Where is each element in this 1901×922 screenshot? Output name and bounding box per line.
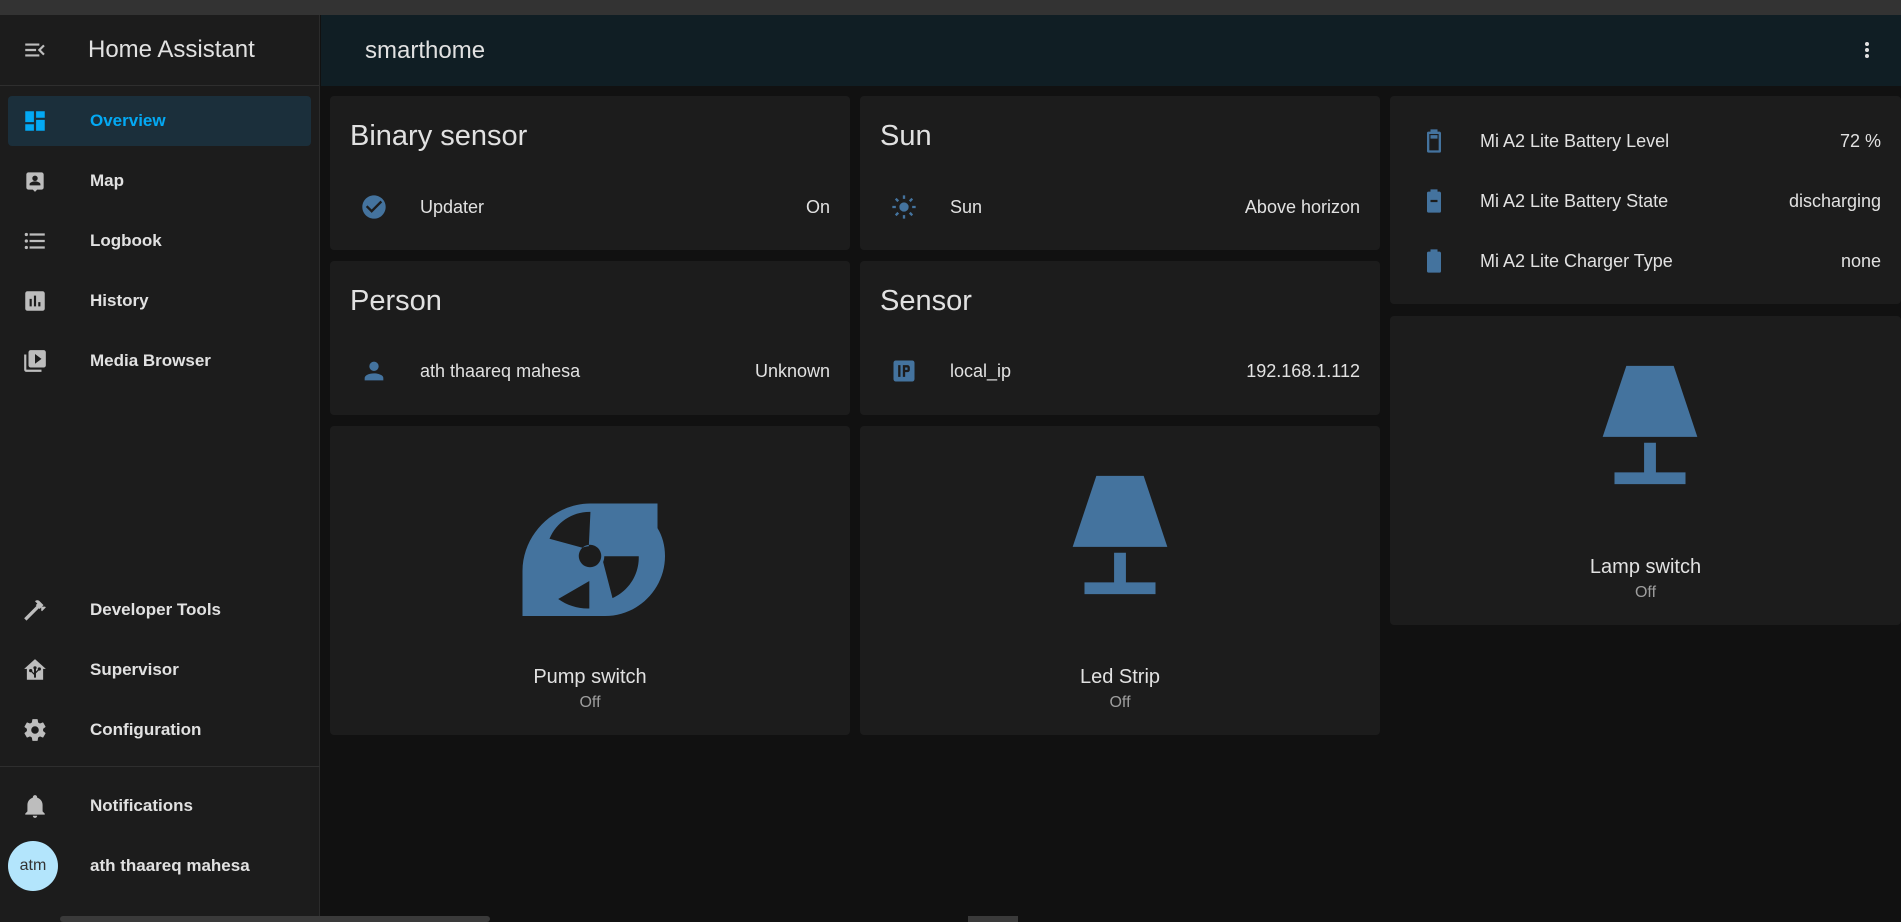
led-strip-button[interactable]: Led Strip Off — [860, 426, 1380, 735]
entity-row[interactable]: Mi A2 Lite Charger Type none — [1390, 241, 1901, 281]
sidebar-item-label: Logbook — [90, 231, 162, 250]
sidebar: Home Assistant Overview Map Logbook Hist… — [0, 15, 320, 922]
sidebar-item-logbook[interactable]: Logbook — [8, 216, 311, 266]
entity-state: discharging — [1788, 190, 1881, 211]
entity-row[interactable]: ath thaareq mahesa Unknown — [330, 351, 850, 391]
card-title: Binary sensor — [350, 120, 528, 152]
pump-icon — [522, 503, 665, 616]
sun-icon — [884, 187, 924, 227]
sidebar-item-label: Map — [90, 171, 124, 190]
battery-icon — [1414, 121, 1454, 161]
more-options-button[interactable] — [1855, 38, 1879, 62]
entities-card-binary-sensor: Binary sensor Updater On — [330, 96, 850, 250]
menu-toggle-button[interactable] — [0, 15, 70, 86]
sidebar-item-media-browser[interactable]: Media Browser — [8, 336, 311, 386]
entity-row[interactable]: Sun Above horizon — [860, 187, 1380, 227]
sidebar-scrollbar[interactable] — [60, 916, 490, 922]
entity-name: local_ip — [950, 360, 1012, 381]
entity-row[interactable]: Mi A2 Lite Battery Level 72 % — [1390, 121, 1901, 161]
lamp-icon — [1072, 475, 1168, 595]
entities-card-person: Person ath thaareq mahesa Unknown — [330, 261, 850, 415]
button-card-state: Off — [1634, 584, 1657, 601]
sidebar-tools: Developer Tools Supervisor Configuration — [0, 585, 320, 765]
sidebar-item-label: History — [90, 291, 149, 310]
top-app-bar: smarthome — [321, 15, 1901, 86]
sidebar-user-area: Notifications atm ath thaareq mahesa — [0, 781, 320, 901]
button-card-name: Led Strip — [1079, 666, 1161, 688]
button-card-state: Off — [1109, 694, 1131, 711]
view-dashboard-icon — [10, 96, 60, 146]
logbook-icon — [10, 216, 60, 266]
sidebar-item-map[interactable]: Map — [8, 156, 311, 206]
sidebar-item-overview[interactable]: Overview — [8, 96, 311, 146]
sidebar-item-label: Media Browser — [90, 351, 211, 370]
entity-state: none — [1840, 250, 1881, 271]
button-card-name: Pump switch — [533, 666, 647, 688]
sidebar-item-label: Configuration — [90, 720, 202, 739]
entity-name: Sun — [950, 196, 983, 217]
entity-row[interactable]: Updater On — [330, 187, 850, 227]
hammer-icon — [10, 585, 60, 635]
entity-row[interactable]: Mi A2 Lite Battery State discharging — [1390, 181, 1901, 221]
sidebar-item-label: Notifications — [90, 796, 193, 815]
menu-open-icon — [25, 43, 45, 57]
sidebar-nav: Overview Map Logbook History Media Brows… — [0, 86, 319, 386]
pump-switch-button[interactable]: Pump switch Off — [330, 426, 850, 735]
sidebar-item-profile[interactable]: atm ath thaareq mahesa — [8, 841, 312, 891]
play-box-multiple-icon — [10, 336, 60, 386]
sidebar-item-notifications[interactable]: Notifications — [8, 781, 312, 831]
entity-name: Mi A2 Lite Battery Level — [1480, 130, 1670, 151]
sidebar-item-history[interactable]: History — [8, 276, 311, 326]
card-title: Sensor — [880, 285, 972, 317]
chart-box-icon — [10, 276, 60, 326]
account-icon — [354, 351, 394, 391]
button-card-name: Lamp switch — [1589, 556, 1702, 578]
browser-strip — [0, 0, 1901, 15]
cog-icon — [10, 705, 60, 755]
entity-state: 192.168.1.112 — [1246, 360, 1360, 381]
ip-icon — [884, 351, 924, 391]
home-assistant-icon — [10, 645, 60, 695]
entity-state: 72 % — [1839, 130, 1881, 151]
entity-state: Above horizon — [1244, 196, 1360, 217]
app-title: Home Assistant — [88, 36, 255, 63]
dots-vertical-icon — [1865, 42, 1869, 58]
sidebar-item-supervisor[interactable]: Supervisor — [8, 645, 312, 695]
entities-card-sun: Sun Sun Above horizon — [860, 96, 1380, 250]
sidebar-item-label: Developer Tools — [90, 600, 221, 619]
map-account-icon — [10, 156, 60, 206]
entities-card-sensor: Sensor local_ip 192.168.1.112 — [860, 261, 1380, 415]
avatar: atm — [8, 841, 58, 891]
check-circle-icon — [354, 187, 394, 227]
sidebar-header: Home Assistant — [0, 15, 319, 86]
entity-name: ath thaareq mahesa — [420, 360, 581, 381]
button-card-state: Off — [579, 694, 601, 711]
entity-state: On — [805, 196, 830, 217]
user-name: ath thaareq mahesa — [90, 856, 250, 875]
card-title: Sun — [880, 120, 932, 152]
sidebar-item-developer-tools[interactable]: Developer Tools — [8, 585, 312, 635]
page-title: smarthome — [365, 36, 486, 64]
sidebar-item-configuration[interactable]: Configuration — [8, 705, 312, 755]
entity-name: Mi A2 Lite Battery State — [1480, 190, 1669, 211]
sidebar-item-label: Overview — [90, 111, 166, 130]
entity-name: Updater — [420, 196, 485, 217]
entity-name: Mi A2 Lite Charger Type — [1480, 250, 1673, 271]
card-title: Person — [350, 285, 442, 317]
page-scrollbar[interactable] — [968, 916, 1018, 922]
bell-icon — [10, 781, 60, 831]
battery-minus-icon — [1414, 181, 1454, 221]
lamp-icon — [1602, 365, 1698, 485]
lamp-switch-button[interactable]: Lamp switch Off — [1390, 316, 1901, 625]
entity-row[interactable]: local_ip 192.168.1.112 — [860, 351, 1380, 391]
entity-state: Unknown — [754, 360, 830, 381]
sidebar-divider — [0, 766, 320, 767]
battery-icon — [1414, 241, 1454, 281]
sidebar-item-label: Supervisor — [90, 660, 179, 679]
entities-card-battery: Mi A2 Lite Battery Level 72 % Mi A2 Lite… — [1390, 96, 1901, 304]
